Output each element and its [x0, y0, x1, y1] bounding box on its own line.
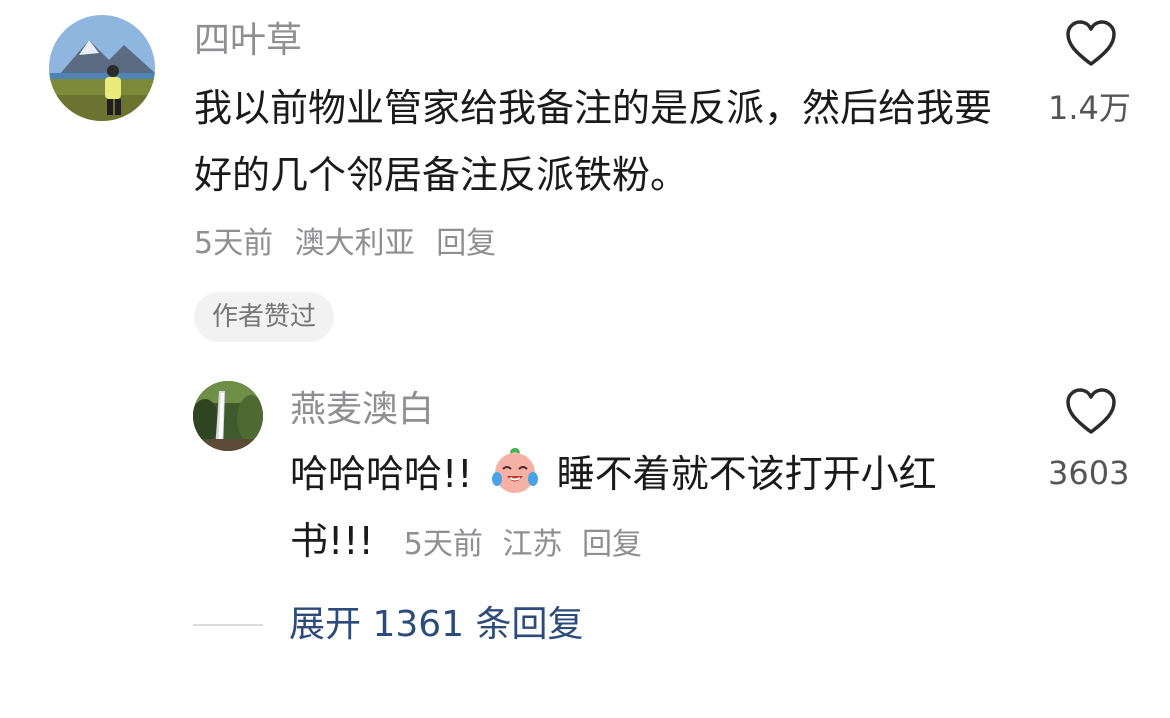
reply-like-button[interactable]	[1036, 388, 1146, 436]
avatar-photo-waterfall	[193, 381, 263, 451]
comment-like-count: 1.4万	[1048, 89, 1131, 127]
heart-outline-icon	[1066, 388, 1116, 434]
comment-username[interactable]: 四叶草	[194, 19, 302, 63]
avatar-photo-landscape	[49, 15, 155, 121]
expand-divider	[193, 624, 263, 626]
reply-meta: 5天前 江苏 回复	[404, 527, 642, 562]
reply-reply-button[interactable]: 回复	[582, 527, 642, 562]
author-liked-badge: 作者赞过	[194, 292, 335, 342]
reply-username[interactable]: 燕麦澳白	[290, 388, 434, 432]
reply-text-before-emoji: 哈哈哈哈!!	[290, 452, 473, 496]
reply-location: 江苏	[502, 527, 563, 562]
comment-time: 5天前	[194, 226, 274, 261]
comment-like-button[interactable]	[1036, 20, 1146, 68]
reply-time: 5天前	[403, 527, 483, 562]
expand-replies-button[interactable]: 展开 1361 条回复	[289, 602, 584, 648]
reply-like-count: 3603	[1048, 454, 1130, 492]
reply-text: 哈哈哈哈!! 睡不着就不该打开小红书!!! 5天前 江苏 回复	[290, 441, 1010, 578]
avatar[interactable]	[49, 15, 155, 121]
comment-text: 我以前物业管家给我备注的是反派，然后给我要好的几个邻居备注反派铁粉。	[194, 86, 993, 197]
comment-thread: 四叶草 我以前物业管家给我备注的是反派，然后给我要好的几个邻居备注反派铁粉。 5…	[0, 0, 1170, 718]
comment-location: 澳大利亚	[294, 226, 415, 261]
comment-meta: 5天前 澳大利亚 回复	[194, 224, 508, 264]
comment-reply-button[interactable]: 回复	[436, 226, 496, 261]
heart-outline-icon	[1066, 20, 1116, 66]
reply-avatar[interactable]	[193, 381, 263, 451]
crying-laughing-face-icon	[491, 448, 538, 493]
